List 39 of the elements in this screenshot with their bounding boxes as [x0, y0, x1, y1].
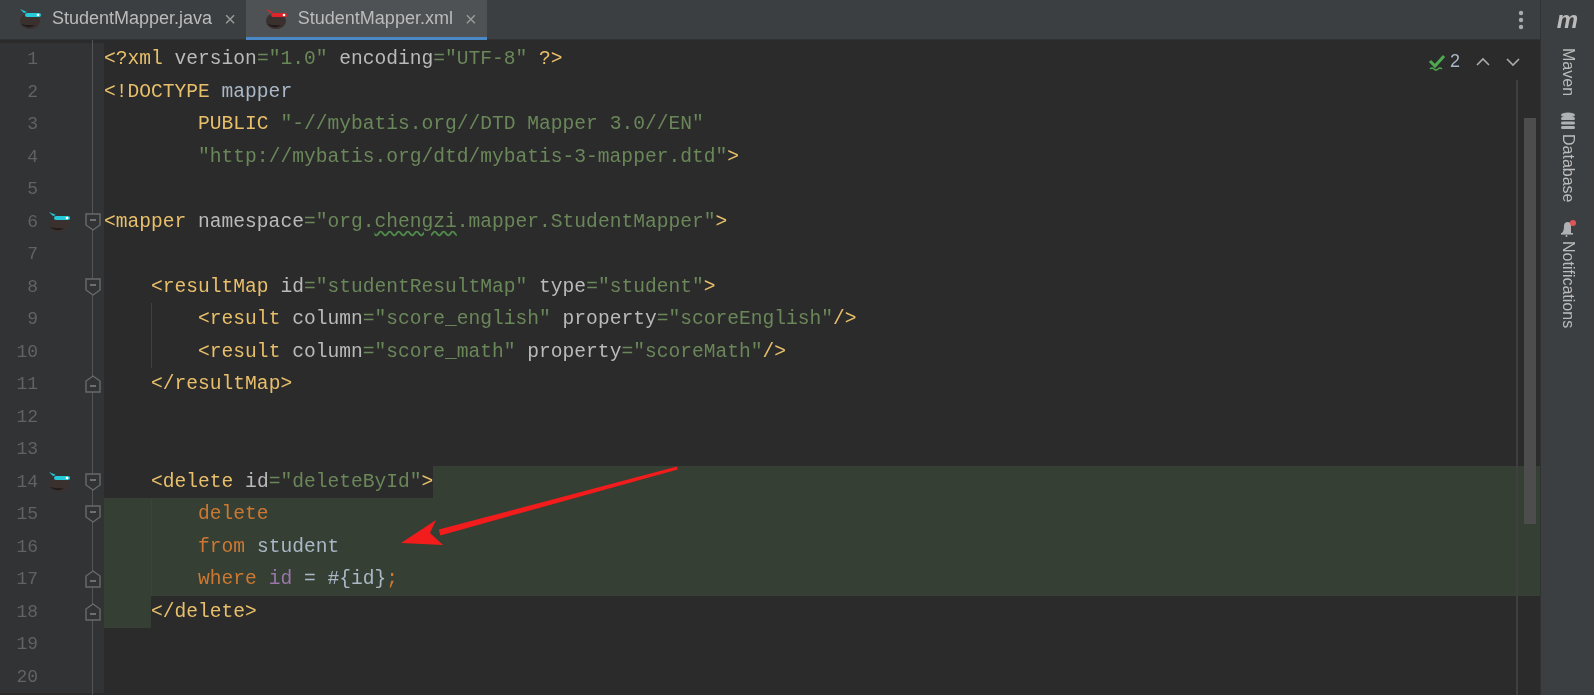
code-line: <?xml version="1.0" encoding="UTF-8" ?>: [104, 47, 563, 72]
fold-icon[interactable]: [85, 472, 101, 491]
bell-icon: [1558, 218, 1577, 237]
code-line: <mapper namespace="org.chengzi.mapper.StudentMapper">: [104, 209, 728, 235]
fold-icon[interactable]: [85, 277, 101, 296]
code-line: PUBLIC "-//mybatis.org//DTD Mapper 3.0//EN": [198, 112, 704, 137]
fold-icon[interactable]: [85, 505, 101, 524]
check-icon[interactable]: [1428, 52, 1446, 71]
unfold-icon[interactable]: [85, 375, 101, 394]
code-line: "http://mybatis.org/dtd/mybatis-3-mapper.dtd">: [198, 144, 739, 170]
fold-icon[interactable]: [85, 212, 101, 231]
code-line: <delete id="deleteById">: [151, 469, 434, 495]
code-line: </delete>: [151, 599, 257, 625]
code-line: </resultMap>: [151, 372, 293, 397]
tool-window-button[interactable]: Maven: [1555, 48, 1580, 97]
unfold-icon[interactable]: [85, 602, 101, 621]
maven-logo[interactable]: m: [1556, 8, 1579, 32]
code-line: <result column="score_english" property="scoreEnglish"/>: [198, 307, 857, 332]
bird-icon: [18, 7, 44, 30]
bird-icon: [263, 7, 290, 30]
code-line: from student: [198, 534, 340, 560]
code-line: <result column="score_math" property="scoreMath"/>: [198, 339, 787, 365]
scrollbar-thumb[interactable]: [1524, 118, 1536, 524]
file-tab[interactable]: StudentMapper.java ×: [0, 0, 246, 40]
code-line: <!DOCTYPE mapper: [104, 79, 293, 105]
more-icon[interactable]: [1518, 9, 1524, 30]
code-line: where id = #{id};: [198, 567, 398, 592]
database-icon: [1559, 112, 1576, 131]
file-tab[interactable]: StudentMapper.xml ×: [245, 0, 487, 40]
problem-count: 2: [1450, 50, 1460, 73]
chevron-up-icon[interactable]: [1476, 56, 1490, 67]
code-line: <resultMap id="studentResultMap" type="student">: [151, 274, 716, 300]
tool-window-button[interactable]: Database: [1555, 112, 1580, 203]
close-icon[interactable]: ×: [224, 3, 236, 34]
unfold-icon[interactable]: [85, 570, 101, 589]
code-line: delete: [198, 502, 269, 527]
chevron-down-icon[interactable]: [1506, 56, 1520, 67]
tool-window-button[interactable]: Notifications: [1555, 218, 1580, 328]
close-icon[interactable]: ×: [464, 3, 477, 34]
